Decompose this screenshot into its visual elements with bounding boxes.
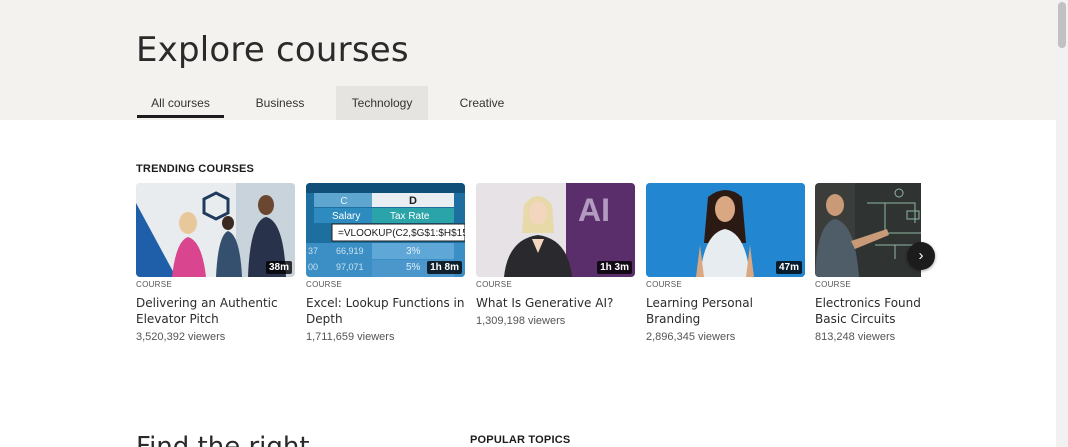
tab-all-courses[interactable]: All courses: [137, 86, 224, 120]
thumb-tax-rate: Tax Rate: [390, 211, 430, 222]
course-card[interactable]: AI 1h 3m COURSE What Is Generative AI? 1…: [476, 183, 635, 327]
tab-creative[interactable]: Creative: [428, 86, 536, 120]
thumb-col-c: C: [340, 196, 347, 207]
course-viewers: 3,520,392 viewers: [136, 331, 226, 343]
course-thumbnail[interactable]: 47m: [646, 183, 805, 277]
course-viewers: 1,711,659 viewers: [306, 331, 395, 343]
page-scrollbar[interactable]: [1056, 0, 1068, 447]
duration-badge: 1h 3m: [597, 261, 632, 274]
course-card[interactable]: C D Salary Tax Rate =VLOOKUP(C2,$G$1:$H$…: [306, 183, 465, 343]
carousel-next-button[interactable]: ›: [907, 242, 935, 270]
category-tabs: All courses Business Technology Creative: [137, 86, 536, 120]
duration-badge: 1h 8m: [427, 261, 462, 274]
thumb-num2: 97,071: [336, 262, 364, 272]
tab-technology[interactable]: Technology: [336, 86, 428, 120]
thumb-pct2: 5%: [406, 262, 421, 273]
course-thumbnail[interactable]: C D Salary Tax Rate =VLOOKUP(C2,$G$1:$H$…: [306, 183, 465, 277]
page-title: Explore courses: [136, 30, 409, 70]
course-viewers: 2,896,345 viewers: [646, 331, 736, 343]
chevron-right-icon: ›: [918, 247, 924, 264]
course-kind: COURSE: [136, 280, 173, 289]
trending-heading: TRENDING COURSES: [136, 163, 255, 175]
thumb-row1: 37: [308, 246, 318, 256]
popular-topics-heading: POPULAR TOPICS: [470, 434, 571, 446]
duration-badge: 38m: [265, 261, 292, 274]
course-title[interactable]: Delivering an Authentic Elevator Pitch: [136, 295, 295, 327]
course-kind: COURSE: [815, 280, 852, 289]
course-title[interactable]: Electronics Foundations: Basic Circuits: [815, 295, 921, 327]
tab-business[interactable]: Business: [224, 86, 336, 120]
course-card[interactable]: 47m COURSE Learning Personal Branding 2,…: [646, 183, 805, 343]
trending-carousel: 38m COURSE Delivering an Authentic Eleva…: [136, 183, 921, 363]
thumb-ai-text: AI: [578, 192, 610, 228]
course-title[interactable]: Learning Personal Branding: [646, 295, 805, 327]
course-title[interactable]: What Is Generative AI?: [476, 295, 635, 311]
course-kind: COURSE: [646, 280, 683, 289]
thumb-num1: 66,919: [336, 246, 364, 256]
thumb-formula: =VLOOKUP(C2,$G$1:$H$15,2: [338, 228, 465, 239]
find-heading: Find the right: [136, 432, 310, 447]
course-thumbnail[interactable]: [815, 183, 921, 277]
course-viewers: 813,248 viewers: [815, 331, 896, 343]
thumb-salary: Salary: [332, 211, 360, 222]
thumb-col-d: D: [409, 195, 417, 207]
hero-banner: Explore courses All courses Business Tec…: [0, 0, 1056, 120]
thumb-pct1: 3%: [406, 246, 421, 257]
course-kind: COURSE: [476, 280, 513, 289]
thumb-row2: 00: [308, 262, 318, 272]
course-card[interactable]: COURSE Electronics Foundations: Basic Ci…: [815, 183, 921, 343]
scrollbar-thumb[interactable]: [1058, 2, 1066, 48]
course-thumbnail[interactable]: 38m: [136, 183, 295, 277]
course-title[interactable]: Excel: Lookup Functions in Depth: [306, 295, 465, 327]
course-thumbnail[interactable]: AI 1h 3m: [476, 183, 635, 277]
course-kind: COURSE: [306, 280, 343, 289]
course-viewers: 1,309,198 viewers: [476, 315, 566, 327]
course-card[interactable]: 38m COURSE Delivering an Authentic Eleva…: [136, 183, 295, 343]
duration-badge: 47m: [775, 261, 802, 274]
